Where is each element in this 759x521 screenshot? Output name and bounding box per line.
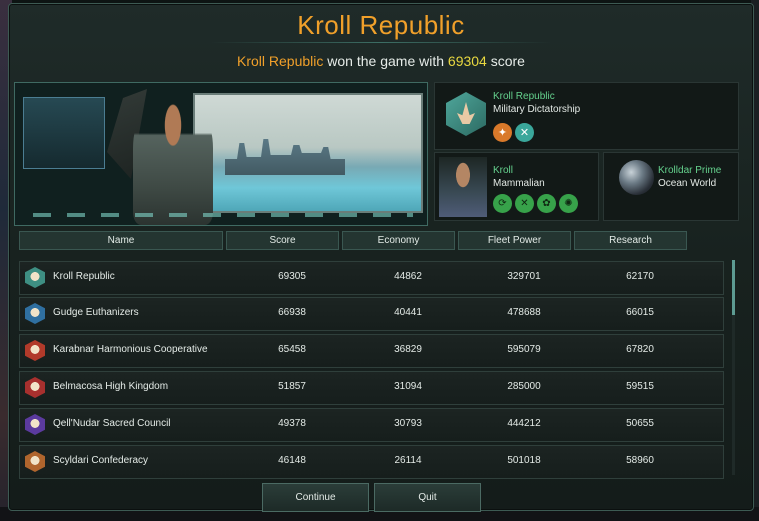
empire-card[interactable]: Kroll Republic Military Dictatorship ✦ ✕	[434, 82, 739, 150]
xenophile-icon[interactable]: ✕	[515, 123, 534, 142]
row-empire-name: Scyldari Confederacy	[53, 455, 149, 466]
row-empire-name: Belmacosa High Kingdom	[53, 381, 169, 392]
planet-icon	[619, 160, 654, 195]
empire-flag-icon	[25, 414, 45, 435]
continue-button[interactable]: Continue	[262, 483, 369, 512]
panel-lights	[33, 213, 413, 217]
row-economy: 31094	[394, 381, 422, 392]
row-score: 65458	[278, 344, 306, 355]
row-empire-name: Kroll Republic	[53, 271, 115, 282]
row-economy: 40441	[394, 307, 422, 318]
planet-card[interactable]: Krolldar Prime Ocean World	[603, 152, 739, 221]
row-score: 46148	[278, 455, 306, 466]
score-suffix: score	[486, 53, 525, 69]
victory-text: won the game with	[323, 53, 448, 69]
row-fleet-power: 444212	[507, 418, 541, 429]
empire-flag-icon	[25, 451, 45, 472]
row-fleet-power: 285000	[507, 381, 541, 392]
empire-flag-icon	[25, 377, 45, 398]
column-header-score[interactable]: Score	[226, 231, 339, 250]
empire-portrait-panel	[14, 82, 428, 226]
species-name: Kroll	[493, 165, 514, 176]
table-row[interactable]: Karabnar Harmonious Cooperative 65458 36…	[19, 334, 724, 368]
empire-flag-icon	[25, 267, 45, 288]
row-research: 62170	[626, 271, 654, 282]
row-fleet-power: 478688	[507, 307, 541, 318]
empire-government: Military Dictatorship	[493, 104, 581, 115]
capital-city-view	[193, 93, 423, 213]
row-score: 66938	[278, 307, 306, 318]
leader-portrait	[133, 97, 213, 225]
window-title: Kroll Republic	[297, 10, 465, 40]
scrollbar-thumb[interactable]	[732, 260, 735, 315]
column-header-research[interactable]: Research	[574, 231, 687, 250]
row-research: 59515	[626, 381, 654, 392]
row-economy: 30793	[394, 418, 422, 429]
resilient-icon[interactable]: ✺	[559, 194, 578, 213]
row-fleet-power: 501018	[507, 455, 541, 466]
row-empire-name: Karabnar Harmonious Cooperative	[53, 344, 208, 355]
row-research: 50655	[626, 418, 654, 429]
table-row[interactable]: Kroll Republic 69305 44862 329701 62170	[19, 261, 724, 295]
empire-name: Kroll Republic	[493, 91, 555, 102]
agrarian-icon[interactable]: ✿	[537, 194, 556, 213]
species-class: Mammalian	[493, 178, 545, 189]
winner-name: Kroll Republic	[237, 53, 324, 69]
row-research: 66015	[626, 307, 654, 318]
species-portrait	[439, 157, 487, 217]
table-row[interactable]: Scyldari Confederacy 46148 26114 501018 …	[19, 445, 724, 479]
planet-name: Krolldar Prime	[658, 165, 722, 176]
victory-message: Kroll Republic won the game with 69304 s…	[9, 53, 753, 69]
row-economy: 26114	[394, 455, 422, 466]
column-header-economy[interactable]: Economy	[342, 231, 455, 250]
city-skyline	[225, 139, 345, 175]
row-empire-name: Qell'Nudar Sacred Council	[53, 418, 171, 429]
row-fleet-power: 329701	[507, 271, 541, 282]
column-header-fleet-power[interactable]: Fleet Power	[458, 231, 571, 250]
hologram-display	[23, 97, 105, 169]
empire-flag-icon	[25, 303, 45, 324]
adaptive-icon[interactable]: ⟳	[493, 194, 512, 213]
empire-flag-icon	[25, 340, 45, 361]
table-row[interactable]: Belmacosa High Kingdom 51857 31094 28500…	[19, 371, 724, 405]
title-divider	[209, 42, 553, 43]
row-economy: 36829	[394, 344, 422, 355]
industrious-icon[interactable]: ✕	[515, 194, 534, 213]
row-fleet-power: 595079	[507, 344, 541, 355]
row-research: 67820	[626, 344, 654, 355]
winner-score: 69304	[447, 53, 487, 69]
row-score: 51857	[278, 381, 306, 392]
crystal-flag-icon	[446, 92, 486, 136]
table-row[interactable]: Qell'Nudar Sacred Council 49378 30793 44…	[19, 408, 724, 442]
game-over-window: Kroll Republic Kroll Republic won the ga…	[8, 3, 754, 512]
row-research: 58960	[626, 455, 654, 466]
table-row[interactable]: Gudge Euthanizers 66938 40441 478688 660…	[19, 297, 724, 331]
row-empire-name: Gudge Euthanizers	[53, 307, 139, 318]
row-economy: 44862	[394, 271, 422, 282]
species-card[interactable]: Kroll Mammalian ⟳ ✕ ✿ ✺	[434, 152, 599, 221]
scoreboard: Name Score Economy Fleet Power Research …	[14, 228, 739, 479]
row-score: 49378	[278, 418, 306, 429]
planet-class: Ocean World	[658, 178, 717, 189]
row-score: 69305	[278, 271, 306, 282]
quit-button[interactable]: Quit	[374, 483, 481, 512]
column-header-name[interactable]: Name	[19, 231, 223, 250]
militarist-icon[interactable]: ✦	[493, 123, 512, 142]
